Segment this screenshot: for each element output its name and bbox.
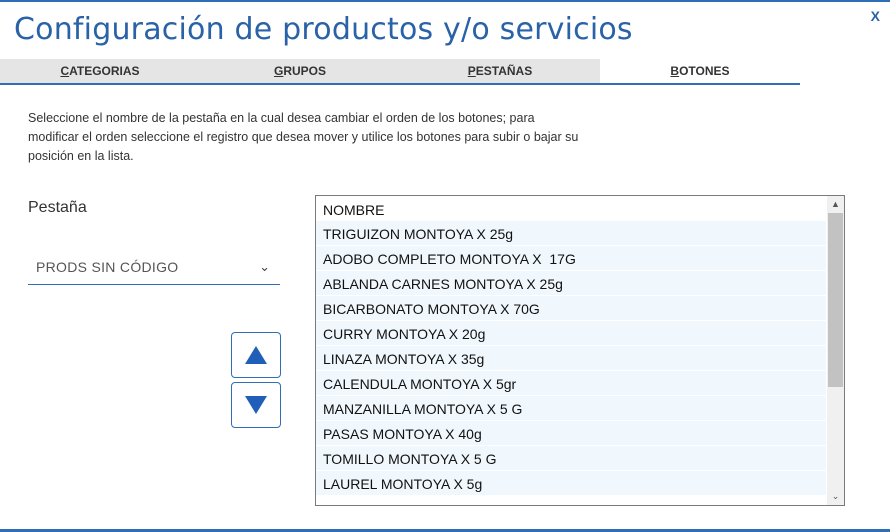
list-item[interactable]: MANZANILLA MONTOYA X 5 G xyxy=(316,396,826,421)
pestana-select-value: PRODS SIN CÓDIGO xyxy=(36,259,179,275)
list-item[interactable]: LAUREL MONTOYA X 5g xyxy=(316,471,826,496)
tab-categorias-label: ATEGORIAS xyxy=(69,64,140,78)
tab-bar: C ATEGORIAS G RUPOS P ESTAÑAS B OTONES xyxy=(0,59,800,85)
list-item[interactable]: ABLANDA CARNES MONTOYA X 25g xyxy=(316,271,826,296)
move-up-button[interactable] xyxy=(231,332,281,378)
tab-pestanas-accesskey: P xyxy=(467,64,476,78)
chevron-down-icon: ⌄ xyxy=(259,259,270,274)
list-item[interactable]: PASAS MONTOYA X 40g xyxy=(316,421,826,446)
scroll-down-icon[interactable]: ⌄ xyxy=(827,488,844,505)
tab-grupos-accesskey: G xyxy=(273,64,284,78)
pestana-label: Pestaña xyxy=(28,199,87,216)
list-item[interactable]: BICARBONATO MONTOYA X 70G xyxy=(316,296,826,321)
tab-pestanas[interactable]: P ESTAÑAS xyxy=(400,59,600,83)
window-title: Configuración de productos y/o servicios xyxy=(14,12,633,47)
list-item[interactable]: CALENDULA MONTOYA X 5gr xyxy=(316,371,826,396)
tab-grupos-label: RUPOS xyxy=(283,64,327,78)
list-rows: TRIGUIZON MONTOYA X 25g ADOBO COMPLETO M… xyxy=(316,221,826,496)
buttons-list[interactable]: NOMBRE TRIGUIZON MONTOYA X 25g ADOBO COM… xyxy=(315,195,845,506)
pestana-select[interactable]: PRODS SIN CÓDIGO ⌄ xyxy=(28,253,280,285)
tab-botones-accesskey: B xyxy=(670,64,680,78)
instructions-text: Seleccione el nombre de la pestaña en la… xyxy=(28,111,579,163)
scroll-thumb[interactable] xyxy=(828,213,843,387)
arrow-up-icon xyxy=(245,346,267,364)
list-item[interactable]: LINAZA MONTOYA X 35g xyxy=(316,346,826,371)
close-button[interactable]: X xyxy=(871,8,880,24)
tab-categorias-accesskey: C xyxy=(60,64,70,78)
list-item[interactable]: ADOBO COMPLETO MONTOYA X 17G xyxy=(316,246,826,271)
list-item[interactable]: TOMILLO MONTOYA X 5 G xyxy=(316,446,826,471)
arrow-down-icon xyxy=(245,396,267,414)
tab-pestanas-label: ESTAÑAS xyxy=(475,64,533,78)
list-item[interactable]: TRIGUIZON MONTOYA X 25g xyxy=(316,221,826,246)
tab-botones-label: OTONES xyxy=(679,64,730,78)
list-scrollbar[interactable]: ▲ ⌄ xyxy=(827,196,844,505)
scroll-up-icon[interactable]: ▲ xyxy=(827,196,844,213)
tab-botones[interactable]: B OTONES xyxy=(600,59,800,83)
tab-grupos[interactable]: G RUPOS xyxy=(200,59,400,83)
window-top-border xyxy=(0,0,890,2)
move-down-button[interactable] xyxy=(231,382,281,428)
list-header-nombre: NOMBRE xyxy=(323,202,385,218)
tab-categorias[interactable]: C ATEGORIAS xyxy=(0,59,200,83)
list-item[interactable]: CURRY MONTOYA X 20g xyxy=(316,321,826,346)
